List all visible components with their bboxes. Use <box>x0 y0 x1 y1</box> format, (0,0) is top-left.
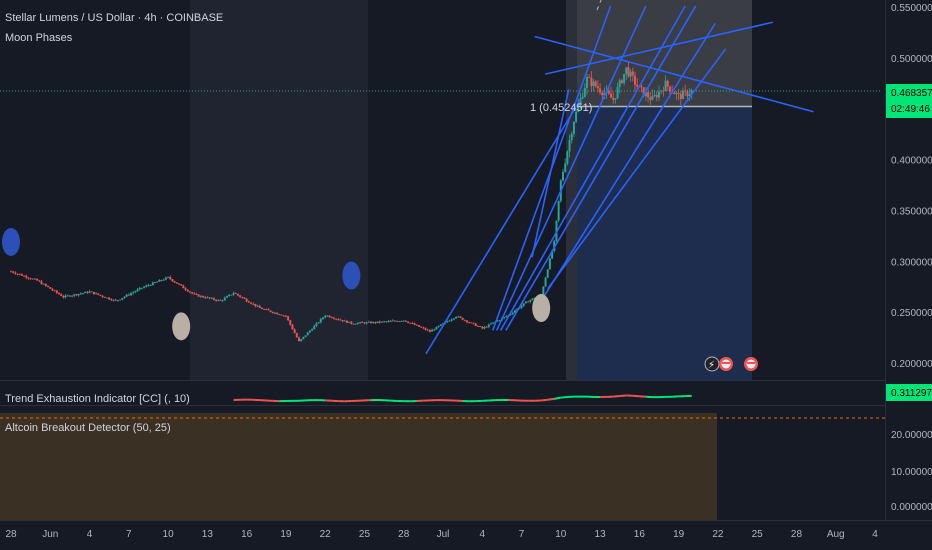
indicator-moon-phases[interactable]: Moon Phases <box>5 32 73 44</box>
trend-value: 0.311297 <box>891 388 932 399</box>
y-tick-label-pane2: 10.000000 <box>891 467 932 478</box>
y-tick-label: 0.500000 <box>891 54 932 65</box>
x-tick-label: 28 <box>5 529 17 540</box>
x-tick-label: 22 <box>712 529 724 540</box>
trend-segment <box>541 398 548 402</box>
candle <box>461 317 464 321</box>
last-price-value: 0.468357 <box>891 88 932 99</box>
y-tick-label-pane2: 20.000000 <box>891 430 932 441</box>
x-tick-label: Jul <box>437 529 450 540</box>
x-tick-label: 19 <box>280 529 292 540</box>
x-tick-label: 13 <box>595 529 607 540</box>
moon-phase-band <box>190 0 368 380</box>
candle <box>119 299 122 301</box>
candle <box>175 282 178 284</box>
svg-text:⚡: ⚡ <box>708 360 715 371</box>
candle <box>106 297 108 299</box>
x-tick-label: 16 <box>241 529 253 540</box>
moon-phase-band <box>566 0 577 380</box>
x-tick-label: 25 <box>752 529 764 540</box>
x-tick-label: 22 <box>320 529 332 540</box>
flag-icon[interactable] <box>744 357 758 371</box>
projection-zone <box>577 107 752 380</box>
trend-segment <box>560 396 568 399</box>
x-tick-label: 19 <box>673 529 685 540</box>
full-moon-icon <box>172 312 191 341</box>
y-tick-label: 0.400000 <box>891 156 932 167</box>
x-tick-label: 28 <box>791 529 803 540</box>
candle <box>557 200 560 223</box>
x-tick-label: 16 <box>634 529 646 540</box>
trend-segment <box>547 397 555 401</box>
indicator-altcoin-breakout[interactable]: Altcoin Breakout Detector (50, 25) <box>5 422 171 434</box>
y-tick-label: 0.350000 <box>891 206 932 217</box>
y-tick-label: 0.300000 <box>891 257 932 268</box>
candle <box>524 301 527 304</box>
new-moon-icon <box>2 227 20 256</box>
candle <box>230 294 233 296</box>
x-tick-label: 10 <box>163 529 175 540</box>
candle <box>291 323 294 330</box>
candle <box>346 320 348 324</box>
candle <box>404 320 407 322</box>
candle <box>197 294 200 297</box>
full-moon-icon <box>532 294 551 323</box>
candle <box>295 332 298 338</box>
candle <box>566 150 569 166</box>
x-tick-label: 28 <box>398 529 410 540</box>
x-tick-label: 13 <box>202 529 214 540</box>
chart-canvas[interactable]: ⚡ 1 (0.452451) Stellar Lumens / US Dolla… <box>0 0 932 550</box>
candle <box>546 269 549 279</box>
x-tick-label: 4 <box>87 529 93 540</box>
x-tick-label: 4 <box>872 529 878 540</box>
x-tick-label: 7 <box>519 529 525 540</box>
candle <box>544 276 547 287</box>
candle <box>306 332 309 336</box>
y-tick-label: 0.250000 <box>891 308 932 319</box>
candle <box>542 286 545 296</box>
level-label: 1 (0.452451) <box>530 102 592 114</box>
candle <box>435 326 438 330</box>
trend-segment <box>554 396 562 400</box>
y-tick-label: 0.550000 <box>891 3 932 14</box>
chart-title: Stellar Lumens / US Dollar · 4h · COINBA… <box>5 12 223 24</box>
candle <box>348 321 351 323</box>
trend-segment <box>613 395 620 398</box>
y-tick-label-pane2: 0.000000 <box>891 502 932 513</box>
x-tick-label: 25 <box>359 529 371 540</box>
candle <box>49 286 52 289</box>
x-tick-label: 4 <box>479 529 485 540</box>
x-tick-label: Jun <box>42 529 58 540</box>
bar-countdown: 02:49:46 <box>891 104 930 115</box>
x-tick-label: 7 <box>126 529 132 540</box>
candle <box>418 325 420 327</box>
indicator-trend-exhaustion[interactable]: Trend Exhaustion Indicator [CC] (, 10) <box>5 393 190 405</box>
flag-icon[interactable]: ⚡ <box>704 356 720 372</box>
x-tick-label: 10 <box>555 529 567 540</box>
x-tick-label: Aug <box>827 529 845 540</box>
candle <box>548 257 551 270</box>
new-moon-icon <box>342 261 361 290</box>
y-tick-label: 0.200000 <box>891 359 932 370</box>
flag-icon[interactable] <box>719 357 733 371</box>
